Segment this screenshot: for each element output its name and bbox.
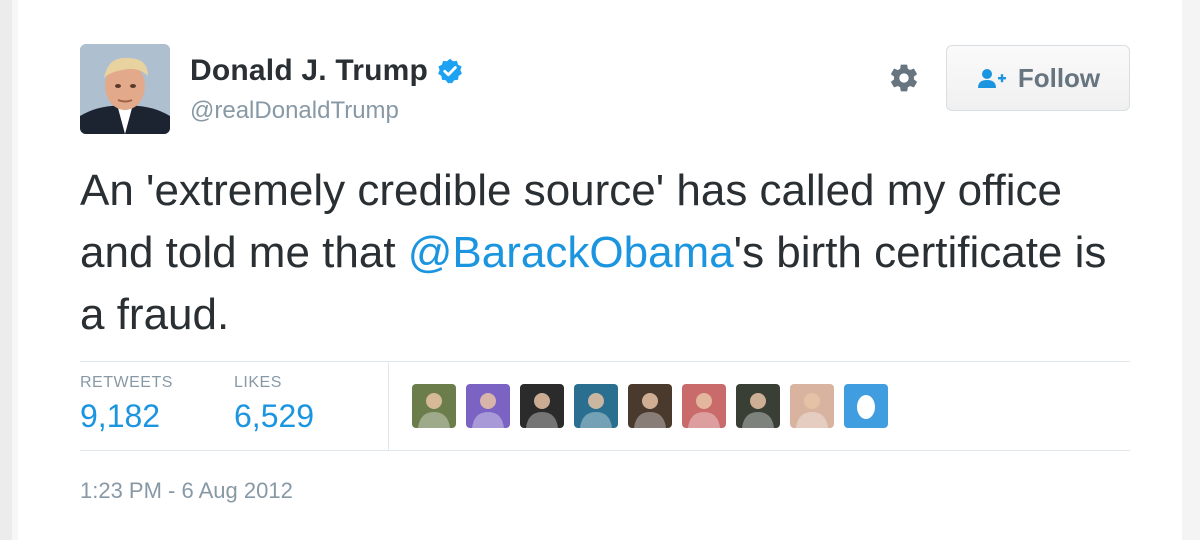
user-handle[interactable]: @realDonaldTrump: [190, 97, 399, 125]
tweet-text: An 'extremely credible source' has calle…: [80, 160, 1140, 346]
liker-avatar-5[interactable]: [628, 384, 672, 428]
tweet-timestamp[interactable]: 1:23 PM - 6 Aug 2012: [80, 478, 293, 504]
liker-avatar-2[interactable]: [466, 384, 510, 428]
retweets-label: RETWEETS: [80, 374, 173, 391]
gear-icon[interactable]: [888, 62, 920, 94]
verified-badge-icon: [436, 57, 464, 85]
retweets-count: 9,182: [80, 398, 161, 434]
liker-avatar-6[interactable]: [682, 384, 726, 428]
stats-divider: [388, 362, 389, 450]
liker-avatar-1[interactable]: [412, 384, 456, 428]
follow-label: Follow: [1017, 62, 1101, 93]
liker-avatars: [412, 384, 888, 428]
likes-label: LIKES: [234, 374, 282, 391]
follow-button[interactable]: Follow: [946, 45, 1130, 111]
tweet-stats: RETWEETS 9,182 LIKES 6,529: [80, 361, 1130, 451]
likes-count: 6,529: [234, 398, 315, 434]
liker-avatar-8[interactable]: [790, 384, 834, 428]
tweet-card: Donald J. Trump @realDonaldTrump Follow …: [18, 0, 1182, 540]
avatar-image: [80, 44, 170, 134]
egg-avatar[interactable]: [844, 384, 888, 428]
mention-link[interactable]: @BarackObama: [408, 228, 734, 277]
likes-stat[interactable]: LIKES 6,529: [234, 374, 314, 435]
display-name[interactable]: Donald J. Trump: [190, 54, 428, 88]
retweets-stat[interactable]: RETWEETS 9,182: [80, 374, 173, 435]
name-row: Donald J. Trump: [190, 54, 464, 88]
avatar[interactable]: [80, 44, 170, 134]
liker-avatar-3[interactable]: [520, 384, 564, 428]
liker-avatar-7[interactable]: [736, 384, 780, 428]
liker-avatar-4[interactable]: [574, 384, 618, 428]
add-user-icon: [976, 66, 1008, 90]
